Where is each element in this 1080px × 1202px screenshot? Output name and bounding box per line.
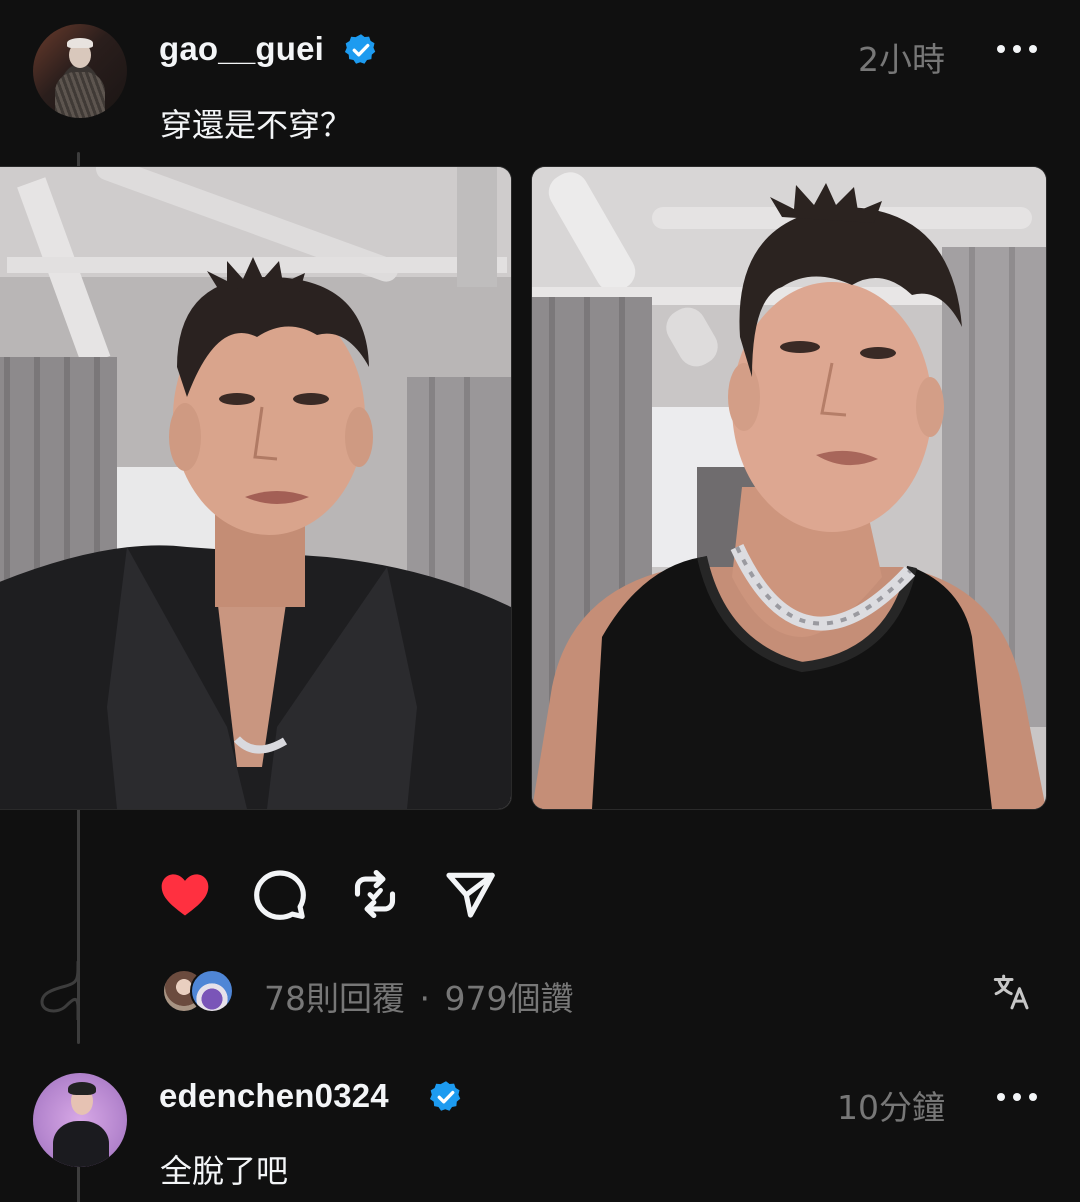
- post-caption: 穿還是不穿？: [160, 106, 353, 144]
- repost-icon[interactable]: [347, 866, 403, 922]
- comment-bubble-icon[interactable]: [252, 866, 308, 922]
- likes-count[interactable]: 979個讚: [445, 979, 574, 1018]
- photo-blazer-illustration: [0, 167, 511, 809]
- verified-badge-icon: [429, 1081, 461, 1111]
- thread-connector-loop: [40, 960, 80, 1020]
- stats-separator: ·: [419, 979, 431, 1018]
- heart-filled-icon[interactable]: [157, 866, 213, 922]
- post-timestamp: 2小時: [858, 40, 945, 79]
- reply-caption: 全脫了吧: [160, 1152, 289, 1190]
- translate-icon[interactable]: [992, 972, 1032, 1012]
- avatar[interactable]: [33, 24, 127, 118]
- thread-connector-line-bottom: [77, 1166, 80, 1202]
- more-horizontal-icon[interactable]: [997, 1091, 1037, 1103]
- reply-username[interactable]: edenchen0324: [159, 1077, 389, 1115]
- send-icon[interactable]: [442, 866, 498, 922]
- replier-avatar: [190, 969, 234, 1013]
- replies-count[interactable]: 78則回覆: [264, 979, 405, 1018]
- verified-badge-icon: [344, 34, 376, 64]
- post-username[interactable]: gao__guei: [159, 30, 324, 68]
- avatar[interactable]: [33, 1073, 127, 1167]
- reply-timestamp: 10分鐘: [837, 1088, 945, 1127]
- post-stats: 78則回覆 · 979個讚: [264, 972, 574, 1020]
- more-horizontal-icon[interactable]: [997, 43, 1037, 55]
- threads-screen: gao__guei 2小時 穿還是不穿？ 78則回覆 · 979個讚 edenc…: [0, 0, 1080, 1202]
- post-image-2[interactable]: [531, 166, 1047, 810]
- photo-tanktop-illustration: [532, 167, 1046, 809]
- post-image-1[interactable]: [0, 166, 512, 810]
